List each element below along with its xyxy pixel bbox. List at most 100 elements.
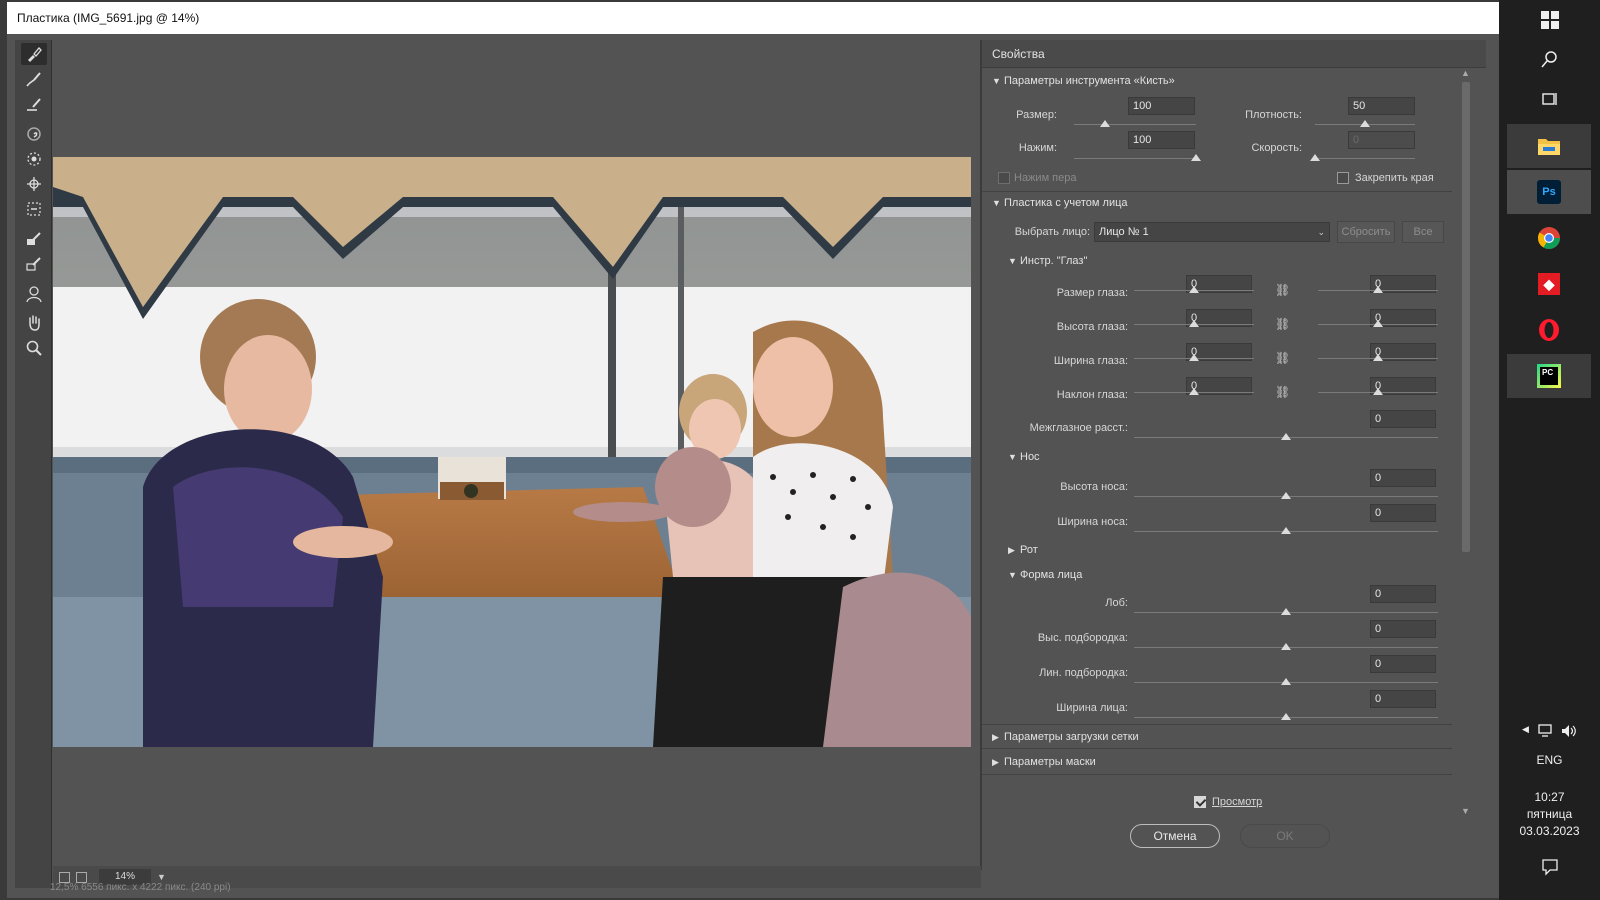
right-eye-slider-thumb[interactable] [1373, 388, 1383, 395]
pressure-input[interactable]: 100 [1128, 131, 1195, 149]
density-input[interactable]: 50 [1348, 97, 1415, 115]
face-shape-slider-thumb[interactable] [1281, 608, 1291, 615]
reset-face-button[interactable]: Сбросить [1337, 221, 1395, 243]
mesh-section-header[interactable]: ▶ Параметры загрузки сетки [992, 731, 1139, 743]
divider [982, 724, 1452, 725]
face-shape-section-header[interactable]: ▼ Форма лица [1008, 569, 1082, 581]
face-shape-slider-thumb[interactable] [1281, 643, 1291, 650]
bloat-icon [27, 177, 41, 191]
app-red-icon: ◆ [1538, 273, 1560, 295]
clock-time[interactable]: 10:27 [1499, 790, 1600, 804]
size-slider[interactable] [1074, 124, 1196, 125]
link-chain-icon[interactable]: ⛓ [1275, 317, 1290, 331]
select-face-dropdown[interactable]: Лицо № 1 ⌄ [1094, 222, 1330, 242]
face-shape-input[interactable]: 0 [1370, 690, 1436, 708]
size-input[interactable]: 100 [1128, 97, 1195, 115]
taskbar-file-explorer[interactable] [1507, 124, 1591, 168]
left-eye-slider-thumb[interactable] [1189, 354, 1199, 361]
stylus-pressure-checkbox[interactable] [998, 172, 1010, 184]
volume-icon[interactable] [1561, 724, 1577, 738]
language-indicator[interactable]: ENG [1499, 753, 1600, 767]
eye-param-label: Размер глаза: [1056, 287, 1128, 299]
pin-edges-checkbox[interactable] [1337, 172, 1349, 184]
eye-distance-slider-thumb[interactable] [1281, 433, 1291, 440]
zoom-dropdown-chevron-icon[interactable]: ▼ [157, 872, 166, 882]
forward-warp-tool[interactable] [21, 43, 47, 65]
network-icon[interactable] [1537, 724, 1553, 738]
face-icon [26, 286, 42, 303]
zoom-tool[interactable] [21, 337, 47, 359]
task-view-button[interactable] [1499, 90, 1600, 108]
nose-width-slider-thumb[interactable] [1281, 527, 1291, 534]
search-button[interactable] [1499, 50, 1600, 68]
rate-slider-thumb[interactable] [1310, 154, 1320, 161]
nose-height-input[interactable]: 0 [1370, 469, 1436, 487]
face-shape-input[interactable]: 0 [1370, 585, 1436, 603]
hand-tool[interactable] [21, 312, 47, 334]
liquify-dialog: Пластика (IMG_5691.jpg @ 14%) 14% ▼ 12,5… [7, 2, 1499, 898]
preview-canvas[interactable]: 14% ▼ [53, 40, 981, 888]
taskbar-pycharm[interactable]: PC [1507, 354, 1591, 398]
pressure-slider-thumb[interactable] [1191, 154, 1201, 161]
eye-section-header[interactable]: ▼ Инстр. "Глаз" [1008, 255, 1087, 267]
nose-height-slider-thumb[interactable] [1281, 492, 1291, 499]
reconstruct-tool[interactable] [21, 68, 47, 90]
link-chain-icon[interactable]: ⛓ [1275, 385, 1290, 399]
smooth-tool[interactable] [21, 93, 47, 115]
rate-input[interactable]: 0 [1348, 131, 1415, 149]
chevron-up-icon[interactable]: ◀ [1522, 724, 1529, 738]
taskbar-chrome[interactable] [1507, 216, 1591, 260]
right-eye-slider-thumb[interactable] [1373, 320, 1383, 327]
view-mode-single-button[interactable] [59, 871, 70, 883]
twirl-icon [27, 127, 41, 141]
pucker-tool[interactable] [21, 148, 47, 170]
start-button[interactable] [1499, 10, 1600, 30]
left-eye-slider-thumb[interactable] [1189, 320, 1199, 327]
rate-slider[interactable] [1315, 158, 1415, 159]
face-aware-section-header[interactable]: ▼ Пластика с учетом лица [992, 197, 1128, 209]
eye-distance-input[interactable]: 0 [1370, 410, 1436, 428]
left-eye-slider-thumb[interactable] [1189, 286, 1199, 293]
face-shape-input[interactable]: 0 [1370, 620, 1436, 638]
thaw-mask-tool[interactable] [21, 253, 47, 275]
bloat-tool[interactable] [21, 173, 47, 195]
taskbar-opera[interactable] [1507, 308, 1591, 352]
scroll-up-icon[interactable]: ▲ [1461, 68, 1470, 78]
nose-width-input[interactable]: 0 [1370, 504, 1436, 522]
mouth-section-header[interactable]: ▶ Рот [1008, 544, 1038, 556]
twirl-tool[interactable] [21, 123, 47, 145]
link-chain-icon[interactable]: ⛓ [1275, 351, 1290, 365]
properties-scrollbar[interactable]: ▲ ▼ [1461, 68, 1471, 816]
left-eye-slider-thumb[interactable] [1189, 388, 1199, 395]
pressure-slider[interactable] [1074, 158, 1196, 159]
ok-button[interactable]: OK [1240, 824, 1330, 848]
right-eye-slider-thumb[interactable] [1373, 354, 1383, 361]
density-slider-thumb[interactable] [1360, 120, 1370, 127]
link-chain-icon[interactable]: ⛓ [1275, 283, 1290, 297]
view-mode-split-button[interactable] [76, 871, 87, 883]
brush-section-header[interactable]: ▼ Параметры инструмента «Кисть» [992, 75, 1175, 87]
all-faces-button[interactable]: Все [1402, 221, 1444, 243]
mask-section-header[interactable]: ▶ Параметры маски [992, 756, 1096, 768]
push-left-icon [27, 202, 41, 216]
windows-taskbar: Ps ◆ PC ◀ ENG 10:27 пятница 03.03.2023 [1499, 0, 1600, 900]
face-tool[interactable] [21, 283, 47, 305]
push-left-tool[interactable] [21, 198, 47, 220]
nose-section-header[interactable]: ▼ Нос [1008, 451, 1040, 463]
taskbar-anydesk[interactable]: ◆ [1507, 262, 1591, 306]
cancel-button[interactable]: Отмена [1130, 824, 1220, 848]
properties-panel: Свойства ▲ ▼ ▼ Параметры инструмента «Кис… [981, 40, 1486, 870]
size-slider-thumb[interactable] [1099, 120, 1110, 127]
scroll-down-icon[interactable]: ▼ [1461, 806, 1470, 816]
taskbar-photoshop[interactable]: Ps [1507, 170, 1591, 214]
opera-icon [1539, 319, 1559, 341]
face-shape-input[interactable]: 0 [1370, 655, 1436, 673]
face-shape-slider-thumb[interactable] [1281, 678, 1291, 685]
scrollbar-thumb[interactable] [1462, 82, 1470, 552]
photo-preview[interactable] [53, 157, 971, 747]
freeze-mask-tool[interactable] [21, 228, 47, 250]
notifications-button[interactable] [1499, 858, 1600, 876]
preview-checkbox[interactable] [1194, 796, 1206, 808]
face-shape-slider-thumb[interactable] [1281, 713, 1291, 720]
right-eye-slider-thumb[interactable] [1373, 286, 1383, 293]
